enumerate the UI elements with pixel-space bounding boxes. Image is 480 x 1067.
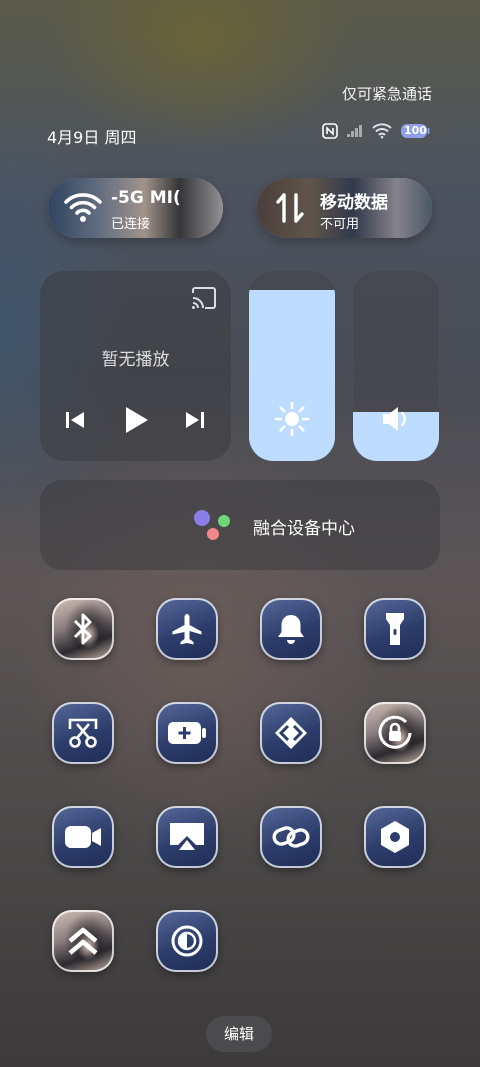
- media-player: 暂无播放: [40, 271, 231, 461]
- double-chevron-up-icon: [68, 927, 98, 955]
- device-hub-button[interactable]: 融合设备中心: [40, 480, 440, 570]
- wifi-toggle[interactable]: -5G MI( 已连接: [48, 178, 223, 238]
- brightness-slider[interactable]: [249, 271, 335, 461]
- emergency-call-status: 仅可紧急通话: [341, 85, 432, 103]
- flashlight-icon: [386, 613, 404, 645]
- media-status: 暂无播放: [101, 350, 170, 370]
- bell-icon: [278, 615, 304, 644]
- battery-icon: 100: [400, 123, 430, 139]
- screenshot-toggle[interactable]: [52, 702, 114, 764]
- arrows-icon: [275, 191, 305, 229]
- nearby-share-toggle[interactable]: [260, 702, 322, 764]
- cast-screen-icon: [170, 823, 204, 850]
- contrast-icon: [171, 925, 203, 957]
- sun-icon: [249, 401, 335, 441]
- rotation-lock-icon: [378, 715, 412, 749]
- scissors-icon: [68, 718, 98, 748]
- volume-slider[interactable]: [353, 271, 439, 461]
- wifi-icon: [372, 123, 392, 139]
- flashlight-toggle[interactable]: [364, 598, 426, 660]
- mobile-data-title: 移动数据: [320, 193, 388, 213]
- settings-toggle[interactable]: [364, 806, 426, 868]
- hub-logo-icon: [192, 509, 232, 543]
- wifi-network-name: -5G MI(: [111, 188, 181, 208]
- previous-icon[interactable]: [64, 409, 86, 435]
- airplane-icon: [172, 614, 202, 645]
- status-icons: 100: [322, 123, 430, 139]
- cast-icon[interactable]: [191, 287, 217, 313]
- hub-label: 融合设备中心: [253, 519, 355, 539]
- mobile-data-status: 不可用: [320, 217, 360, 232]
- wifi-icon: [64, 192, 102, 228]
- wifi-status: 已连接: [111, 217, 151, 232]
- play-icon[interactable]: [122, 405, 150, 439]
- battery-saver-toggle[interactable]: [156, 702, 218, 764]
- battery-level: 100: [404, 124, 427, 137]
- speaker-icon: [353, 404, 439, 438]
- dark-mode-toggle[interactable]: [156, 910, 218, 972]
- battery-plus-icon: [168, 722, 206, 744]
- bluetooth-icon: [73, 613, 92, 645]
- edit-button[interactable]: 编辑: [206, 1016, 272, 1052]
- bluetooth-toggle[interactable]: [52, 598, 114, 660]
- date-label: 4月9日 周四: [47, 128, 137, 147]
- share-icon: [275, 717, 307, 749]
- mobile-data-toggle[interactable]: 移动数据 不可用: [257, 178, 432, 238]
- sound-toggle[interactable]: [260, 598, 322, 660]
- video-icon: [65, 826, 101, 848]
- airplane-mode-toggle[interactable]: [156, 598, 218, 660]
- link-toggle[interactable]: [260, 806, 322, 868]
- hexagon-settings-icon: [381, 821, 409, 853]
- nfc-icon: [322, 123, 338, 139]
- double-up-toggle[interactable]: [52, 910, 114, 972]
- next-icon[interactable]: [184, 409, 206, 435]
- screen-record-toggle[interactable]: [52, 806, 114, 868]
- screen-cast-toggle[interactable]: [156, 806, 218, 868]
- signal-icon: [346, 124, 364, 138]
- rotation-lock-toggle[interactable]: [364, 702, 426, 764]
- link-icon: [272, 826, 310, 848]
